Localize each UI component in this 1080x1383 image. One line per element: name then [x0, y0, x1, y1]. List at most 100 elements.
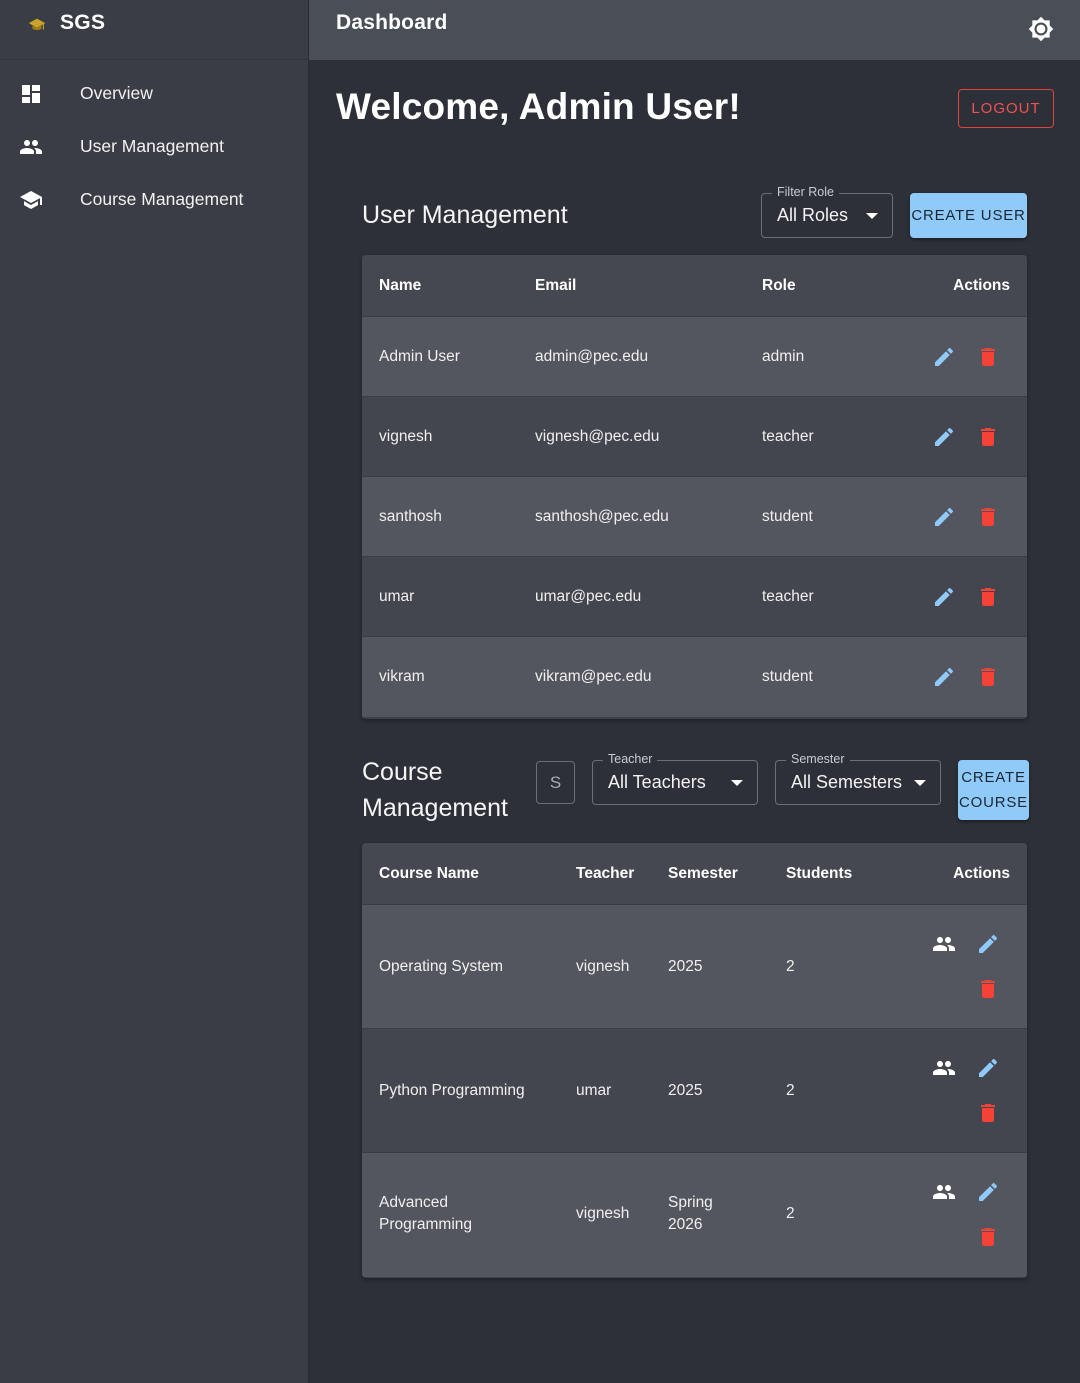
- column-header-email: Email: [535, 277, 577, 294]
- column-header-course-name: Course Name: [379, 865, 479, 882]
- user-email-cell: vikram@pec.edu: [535, 668, 652, 685]
- user-email-cell: admin@pec.edu: [535, 348, 649, 365]
- create-user-button[interactable]: CREATE USER: [910, 193, 1027, 238]
- user-name-cell: vignesh: [379, 428, 433, 445]
- sidebar: SGS Overview User Management Course Mana…: [0, 0, 309, 1383]
- course-name-line1: Python Programming: [379, 1082, 525, 1099]
- teacher-filter-label: Teacher: [603, 752, 658, 766]
- edit-icon[interactable]: [932, 585, 956, 609]
- user-role-cell: admin: [762, 348, 805, 365]
- course-semester-line1: Spring: [668, 1194, 713, 1211]
- course-students-cell: 2: [786, 958, 795, 975]
- course-students-cell: 2: [786, 1205, 795, 1222]
- brightness-icon[interactable]: [1028, 16, 1054, 42]
- semester-filter-select[interactable]: Semester All Semesters: [775, 752, 941, 805]
- sidebar-item-overview[interactable]: Overview: [0, 69, 308, 119]
- course-teacher-cell: vignesh: [576, 1205, 630, 1222]
- edit-icon[interactable]: [932, 505, 956, 529]
- edit-icon[interactable]: [932, 425, 956, 449]
- user-email-cell: santhosh@pec.edu: [535, 508, 669, 525]
- logout-button[interactable]: LOGOUT: [958, 89, 1054, 128]
- edit-icon[interactable]: [976, 1180, 1000, 1204]
- column-header-name: Name: [379, 277, 422, 294]
- role-filter-label: Filter Role: [772, 185, 839, 199]
- semester-filter-label: Semester: [786, 752, 850, 766]
- delete-icon[interactable]: [976, 1225, 1000, 1249]
- course-name-line1: Operating System: [379, 958, 504, 975]
- course-name-line1: Advanced: [379, 1194, 448, 1211]
- table-header: Course Name Teacher Semester Students Ac…: [362, 843, 1027, 905]
- top-app-bar: Dashboard: [309, 0, 1080, 60]
- table-row: umar umar@pec.edu teacher: [362, 557, 1027, 637]
- delete-icon[interactable]: [976, 345, 1000, 369]
- course-search-input[interactable]: S: [536, 761, 575, 804]
- people-icon[interactable]: [932, 1180, 956, 1204]
- edit-icon[interactable]: [932, 345, 956, 369]
- course-students-cell: 2: [786, 1082, 795, 1099]
- course-semester-cell: 2025: [668, 1082, 703, 1099]
- course-teacher-cell: umar: [576, 1082, 612, 1099]
- course-title-line2: Management: [362, 794, 508, 822]
- table-row: Admin User admin@pec.edu admin: [362, 317, 1027, 397]
- course-semester-line2: 2026: [668, 1216, 703, 1233]
- delete-icon[interactable]: [976, 505, 1000, 529]
- table-row: Operating System vignesh 2025 2: [362, 905, 1027, 1029]
- course-name-cell: Advanced Programming: [379, 1192, 472, 1236]
- user-name-cell: Admin User: [379, 348, 460, 365]
- create-course-label-line2: COURSE: [959, 794, 1028, 811]
- role-filter-select[interactable]: Filter Role All Roles: [761, 185, 893, 238]
- user-name-cell: santhosh: [379, 508, 442, 525]
- sidebar-item-user-management[interactable]: User Management: [0, 122, 308, 172]
- user-management-title: User Management: [362, 201, 568, 229]
- delete-icon[interactable]: [976, 425, 1000, 449]
- user-role-cell: student: [762, 508, 813, 525]
- people-icon[interactable]: [932, 932, 956, 956]
- table-row: Advanced Programming vignesh Spring 2026…: [362, 1153, 1027, 1277]
- course-name-line2: Programming: [379, 1216, 473, 1233]
- delete-icon[interactable]: [976, 585, 1000, 609]
- sidebar-item-label: Overview: [80, 83, 153, 103]
- user-role-cell: student: [762, 668, 813, 685]
- user-role-cell: teacher: [762, 588, 814, 605]
- teacher-filter-value: All Teachers: [608, 772, 706, 792]
- course-semester-cell: 2025: [668, 958, 703, 975]
- column-header-teacher: Teacher: [576, 865, 635, 882]
- courses-table: Course Name Teacher Semester Students Ac…: [362, 843, 1027, 1278]
- column-header-role: Role: [762, 277, 796, 294]
- user-name-cell: vikram: [379, 668, 425, 685]
- sidebar-item-label: User Management: [80, 136, 224, 156]
- table-row: vikram vikram@pec.edu student: [362, 637, 1027, 717]
- page-title: Dashboard: [336, 11, 448, 34]
- delete-icon[interactable]: [976, 977, 1000, 1001]
- app-name: SGS: [60, 11, 106, 34]
- course-management-title: Course Management: [362, 754, 508, 826]
- course-name-cell: Operating System: [379, 956, 503, 978]
- create-course-button[interactable]: CREATE COURSE: [958, 760, 1029, 820]
- user-role-cell: teacher: [762, 428, 814, 445]
- sidebar-item-label: Course Management: [80, 189, 244, 209]
- column-header-semester: Semester: [668, 865, 738, 882]
- people-icon[interactable]: [932, 1056, 956, 1080]
- sidebar-header: SGS: [0, 0, 308, 60]
- dashboard-icon: [22, 85, 40, 103]
- edit-icon[interactable]: [976, 1056, 1000, 1080]
- user-email-cell: umar@pec.edu: [535, 588, 642, 605]
- chevron-down-icon: [731, 780, 743, 786]
- teacher-filter-select[interactable]: Teacher All Teachers: [592, 752, 758, 805]
- delete-icon[interactable]: [976, 1101, 1000, 1125]
- sidebar-item-course-management[interactable]: Course Management: [0, 175, 308, 225]
- column-header-actions: Actions: [953, 865, 1010, 882]
- course-title-line1: Course: [362, 758, 443, 786]
- welcome-heading: Welcome, Admin User!: [336, 86, 741, 127]
- edit-icon[interactable]: [932, 665, 956, 689]
- column-header-students: Students: [786, 865, 853, 882]
- graduation-cap-icon: [28, 18, 46, 31]
- school-icon: [20, 191, 42, 209]
- chevron-down-icon: [914, 780, 926, 786]
- semester-filter-value: All Semesters: [791, 772, 903, 792]
- people-icon: [20, 140, 42, 154]
- delete-icon[interactable]: [976, 665, 1000, 689]
- edit-icon[interactable]: [976, 932, 1000, 956]
- course-teacher-cell: vignesh: [576, 958, 630, 975]
- course-semester-cell: Spring 2026: [668, 1192, 713, 1236]
